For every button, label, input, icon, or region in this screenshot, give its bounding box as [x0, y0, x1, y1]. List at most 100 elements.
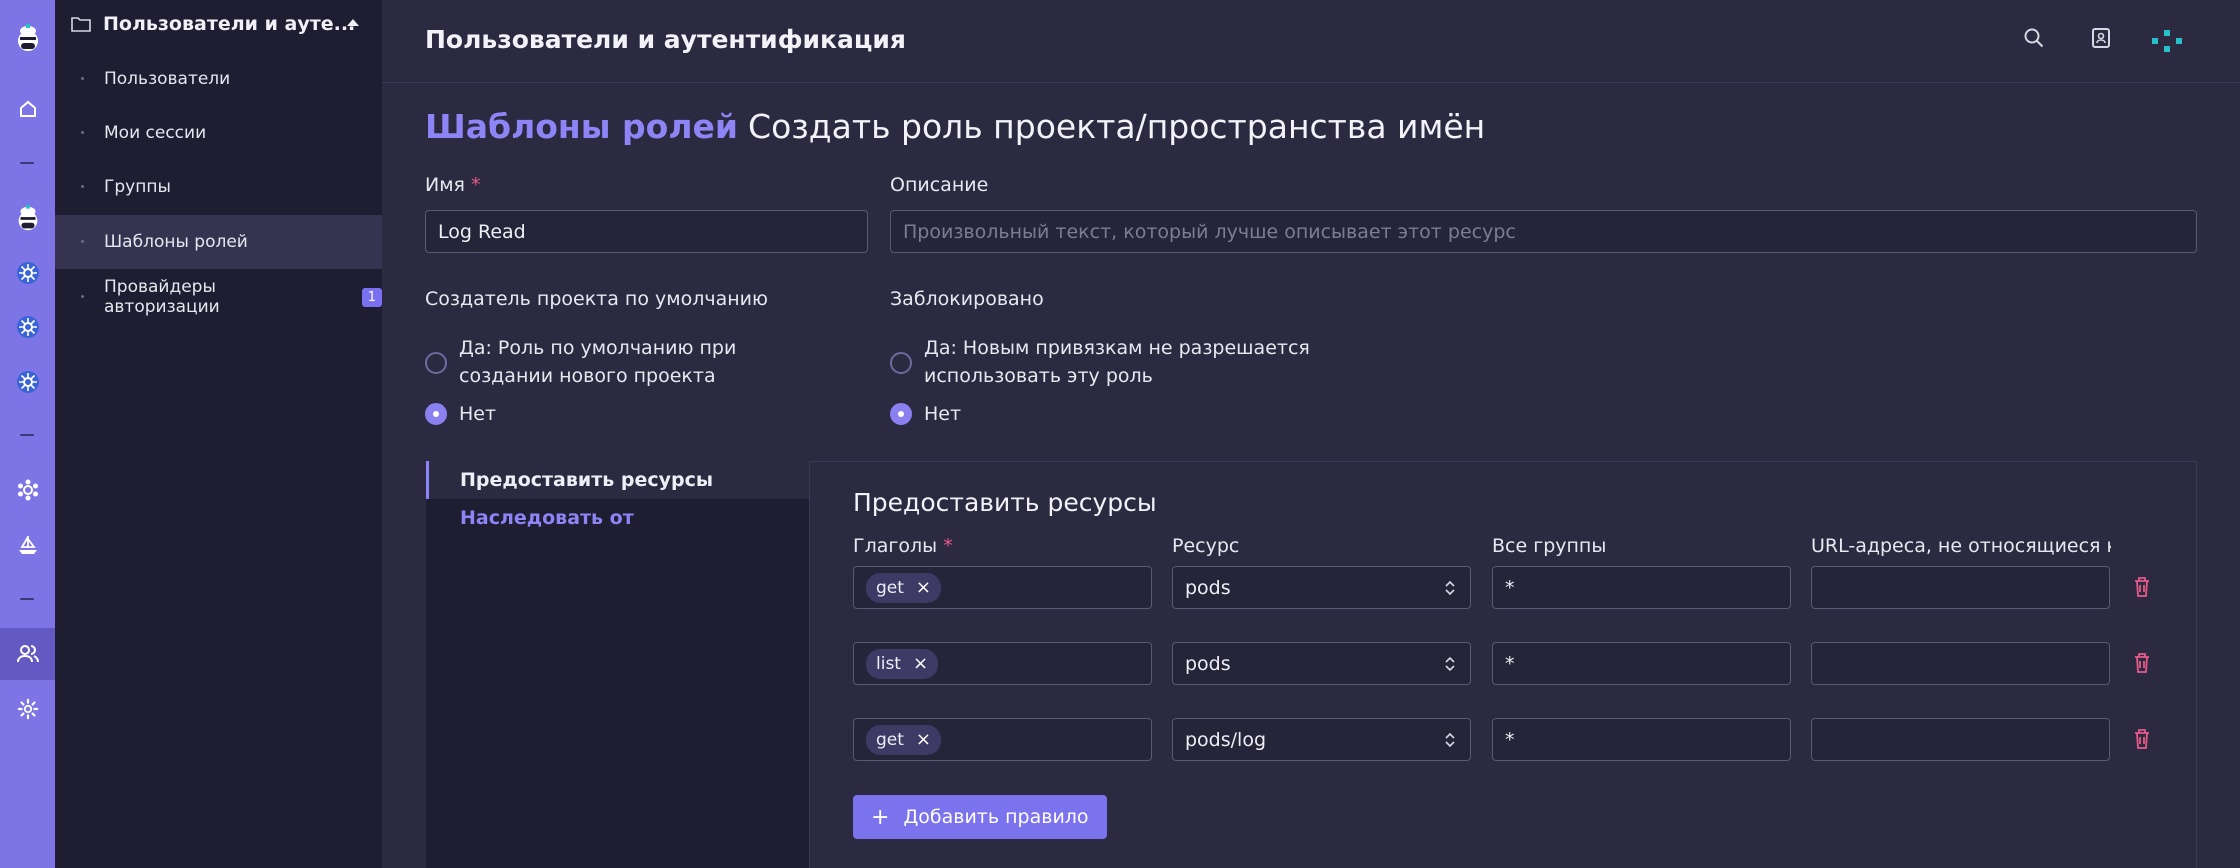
- non-resource-url-input[interactable]: [1811, 642, 2110, 685]
- resource-value: pods: [1185, 576, 1231, 599]
- required-mark: *: [943, 535, 953, 557]
- page-title-text: Создать роль проекта/пространства имён: [748, 107, 1486, 146]
- rancher-logo-icon[interactable]: [0, 12, 55, 64]
- name-label-text: Имя: [425, 174, 465, 196]
- local-cluster-icon[interactable]: [0, 192, 55, 244]
- description-input[interactable]: Произвольный текст, который лучше описыв…: [890, 210, 2197, 253]
- api-group-input[interactable]: *: [1492, 642, 1791, 685]
- cluster-management-icon[interactable]: [0, 464, 55, 516]
- default-no-label: Нет: [459, 403, 497, 425]
- resource-value: pods: [1185, 652, 1231, 675]
- vertical-tabs: Предоставить ресурсы Наследовать от: [426, 461, 809, 868]
- api-group-input[interactable]: *: [1492, 718, 1791, 761]
- tab-grant-resources[interactable]: Предоставить ресурсы: [426, 461, 809, 499]
- remove-chip-icon[interactable]: ×: [916, 729, 931, 750]
- default-creator-label: Создатель проекта по умолчанию: [425, 288, 769, 310]
- resource-select[interactable]: pods/log: [1172, 718, 1471, 761]
- locked-no-radio[interactable]: [890, 403, 912, 425]
- users-authentication-icon[interactable]: [0, 628, 55, 680]
- kubeconfig-file-icon[interactable]: [2090, 27, 2112, 49]
- resource-value: pods/log: [1185, 728, 1267, 751]
- home-icon[interactable]: [0, 83, 55, 135]
- tab-inherit-from[interactable]: Наследовать от: [426, 499, 809, 537]
- select-arrows-icon: [1445, 732, 1455, 748]
- caret-up-icon[interactable]: [347, 19, 359, 26]
- grant-resources-panel: Предоставить ресурсы Глаголы * Ресурс Вс…: [809, 461, 2197, 868]
- verbs-column-label: Глаголы *: [853, 535, 953, 557]
- default-yes-label: Да: Роль по умолчанию при создании новог…: [459, 337, 737, 387]
- bullet-icon: [81, 185, 84, 188]
- add-rule-button[interactable]: + Добавить правило: [853, 795, 1107, 839]
- sidebar-item-groups[interactable]: Группы: [55, 160, 382, 214]
- bullet-icon: [81, 240, 84, 243]
- non-resource-urls-column-label: URL-адреса, не относящиеся к...: [1811, 535, 2111, 557]
- kubernetes-cluster-icon[interactable]: [0, 356, 55, 408]
- default-yes-radio[interactable]: [425, 352, 447, 374]
- sidebar-item-auth-providers[interactable]: Провайдеры авторизации 1: [55, 270, 382, 324]
- locked-yes-radio-option[interactable]: Да: Новым привязкам не разрешается испол…: [890, 334, 1310, 390]
- kubernetes-cluster-icon[interactable]: [0, 247, 55, 299]
- rail-divider: [20, 598, 34, 600]
- remove-chip-icon[interactable]: ×: [916, 577, 931, 598]
- remove-chip-icon[interactable]: ×: [913, 653, 928, 674]
- default-no-radio-option[interactable]: Нет: [425, 400, 496, 428]
- bullet-icon: [81, 131, 84, 134]
- verbs-select[interactable]: list ×: [853, 642, 1152, 685]
- verb-chip-label: list: [876, 653, 901, 674]
- bullet-icon: [81, 295, 84, 298]
- delete-rule-trash-icon[interactable]: [2133, 728, 2151, 750]
- name-input[interactable]: Log Read: [425, 210, 868, 253]
- kubernetes-cluster-icon[interactable]: [0, 301, 55, 353]
- bullet-icon: [81, 77, 84, 80]
- app-rail: [0, 0, 55, 868]
- verb-chip-label: get: [876, 577, 904, 598]
- resource-select[interactable]: pods: [1172, 642, 1471, 685]
- side-nav: Пользователи и ауте... Пользователи Мои …: [55, 0, 382, 868]
- verb-chip-label: get: [876, 729, 904, 750]
- api-group-input[interactable]: *: [1492, 566, 1791, 609]
- count-badge: 1: [361, 287, 382, 307]
- select-arrows-icon: [1445, 656, 1455, 672]
- sidebar-item-label: Провайдеры авторизации: [104, 277, 220, 317]
- topbar-title: Пользователи и аутентификация: [425, 25, 906, 54]
- locked-label: Заблокировано: [890, 288, 1044, 310]
- sidebar-item-role-templates[interactable]: Шаблоны ролей: [55, 215, 382, 269]
- resource-column-label: Ресурс: [1172, 535, 1240, 557]
- verbs-select[interactable]: get ×: [853, 566, 1152, 609]
- verbs-column-text: Глаголы: [853, 535, 938, 557]
- verbs-select[interactable]: get ×: [853, 718, 1152, 761]
- sidebar-item-users[interactable]: Пользователи: [55, 52, 382, 106]
- breadcrumb-role-templates[interactable]: Шаблоны ролей: [425, 107, 738, 146]
- default-yes-radio-option[interactable]: Да: Роль по умолчанию при создании новог…: [425, 334, 825, 390]
- locked-yes-radio[interactable]: [890, 352, 912, 374]
- user-avatar[interactable]: [2150, 28, 2190, 56]
- delete-rule-trash-icon[interactable]: [2133, 576, 2151, 598]
- top-bar: Пользователи и аутентификация: [382, 0, 2240, 83]
- verb-chip: get ×: [866, 724, 942, 755]
- sidebar-item-label: Пользователи: [104, 69, 231, 89]
- verb-chip: list ×: [866, 648, 939, 679]
- global-settings-gear-icon[interactable]: [0, 683, 55, 735]
- search-icon[interactable]: [2023, 27, 2045, 49]
- resource-select[interactable]: pods: [1172, 566, 1471, 609]
- rail-divider: [20, 434, 34, 436]
- api-groups-column-label: Все группы: [1492, 535, 1607, 557]
- sidebar-item-label: Мои сессии: [104, 123, 207, 143]
- non-resource-url-input[interactable]: [1811, 718, 2110, 761]
- continuous-delivery-icon[interactable]: [0, 519, 55, 571]
- delete-rule-trash-icon[interactable]: [2133, 652, 2151, 674]
- rail-divider: [20, 162, 34, 164]
- plus-icon: +: [871, 804, 890, 830]
- default-no-radio[interactable]: [425, 403, 447, 425]
- verb-chip: get ×: [866, 572, 942, 603]
- nav-group-header[interactable]: Пользователи и ауте...: [55, 0, 382, 48]
- locked-no-label: Нет: [924, 403, 962, 425]
- main-content: Пользователи и аутентификация Шаблоны ро…: [382, 0, 2240, 868]
- sidebar-item-label: Шаблоны ролей: [104, 232, 248, 252]
- page-title: Шаблоны ролей Создать роль проекта/простр…: [425, 107, 1485, 146]
- description-label: Описание: [890, 174, 989, 196]
- sidebar-item-my-sessions[interactable]: Мои сессии: [55, 106, 382, 160]
- select-arrows-icon: [1445, 580, 1455, 596]
- locked-no-radio-option[interactable]: Нет: [890, 400, 961, 428]
- non-resource-url-input[interactable]: [1811, 566, 2110, 609]
